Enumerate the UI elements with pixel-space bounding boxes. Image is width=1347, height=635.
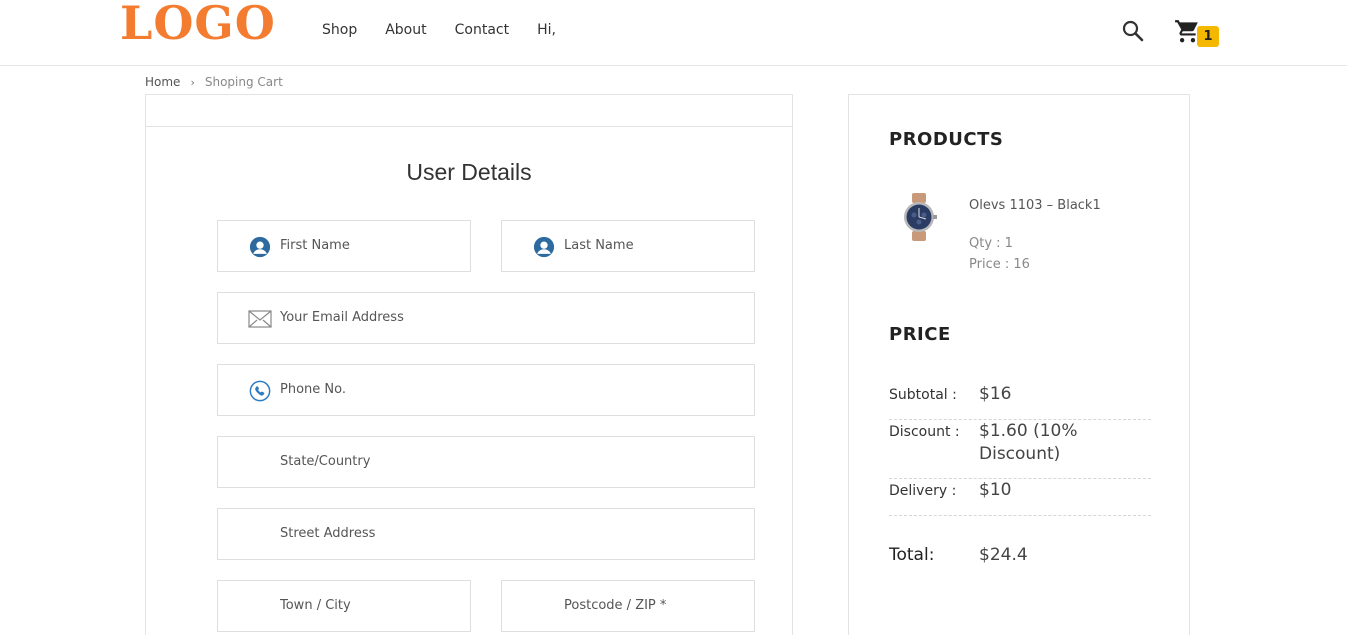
town-city-placeholder: Town / City	[280, 598, 351, 613]
panel-tab-bar	[146, 95, 792, 127]
postcode-field[interactable]: Postcode / ZIP *	[501, 580, 755, 632]
nav-user-greeting[interactable]: Hi,	[537, 22, 556, 38]
discount-value: $1.60 (10% Discount)	[979, 421, 1078, 464]
user-icon	[533, 236, 555, 258]
breadcrumb-home[interactable]: Home	[145, 75, 180, 89]
last-name-placeholder: Last Name	[564, 238, 634, 253]
subtotal-value: $16	[979, 384, 1012, 404]
product-price: Price : 16	[969, 257, 1030, 272]
town-city-field[interactable]: Town / City	[217, 580, 471, 632]
postcode-placeholder: Postcode / ZIP *	[564, 598, 667, 613]
delivery-value: $10	[979, 480, 1012, 500]
logo[interactable]: LOGO	[120, 0, 276, 50]
state-country-field[interactable]: State/Country	[217, 436, 755, 488]
price-heading: PRICE	[889, 324, 951, 345]
cart-count-badge: 1	[1197, 26, 1219, 47]
product-qty: Qty : 1	[969, 236, 1013, 251]
product-image[interactable]	[899, 193, 939, 241]
subtotal-label: Subtotal :	[889, 387, 957, 403]
street-address-field[interactable]: Street Address	[217, 508, 755, 560]
nav-shop[interactable]: Shop	[322, 22, 357, 38]
total-value: $24.4	[979, 545, 1028, 565]
nav-about[interactable]: About	[385, 22, 426, 38]
form-title: User Details	[406, 159, 532, 185]
user-icon	[249, 236, 271, 258]
email-placeholder: Your Email Address	[280, 310, 404, 325]
phone-field[interactable]: Phone No.	[217, 364, 755, 416]
main-nav: Shop About Contact Hi,	[322, 22, 584, 38]
breadcrumb-current: Shoping Cart	[204, 75, 283, 89]
last-name-field[interactable]: Last Name	[501, 220, 755, 272]
street-address-placeholder: Street Address	[280, 526, 376, 541]
chevron-right-icon: ›	[190, 75, 195, 89]
total-label: Total:	[889, 545, 935, 565]
phone-icon	[249, 380, 271, 402]
mail-icon	[248, 310, 272, 328]
discount-label: Discount :	[889, 424, 960, 440]
delivery-label: Delivery :	[889, 483, 957, 499]
first-name-placeholder: First Name	[280, 238, 350, 253]
user-details-panel: User Details First Name Last Name Your E…	[145, 94, 793, 635]
products-heading: PRODUCTS	[889, 129, 1004, 150]
first-name-field[interactable]: First Name	[217, 220, 471, 272]
divider	[889, 515, 1151, 516]
email-field[interactable]: Your Email Address	[217, 292, 755, 344]
product-name[interactable]: Olevs 1103 – Black1	[969, 198, 1101, 213]
breadcrumb: Home › Shoping Cart	[145, 75, 283, 89]
nav-contact[interactable]: Contact	[455, 22, 509, 38]
order-summary-panel: PRODUCTS Olevs 1103 – Black1 Qty : 1 Pri…	[848, 94, 1190, 635]
phone-placeholder: Phone No.	[280, 382, 346, 397]
search-icon[interactable]	[1121, 19, 1145, 43]
site-header: LOGO Shop About Contact Hi, 1	[0, 0, 1347, 66]
state-country-placeholder: State/Country	[280, 454, 371, 469]
